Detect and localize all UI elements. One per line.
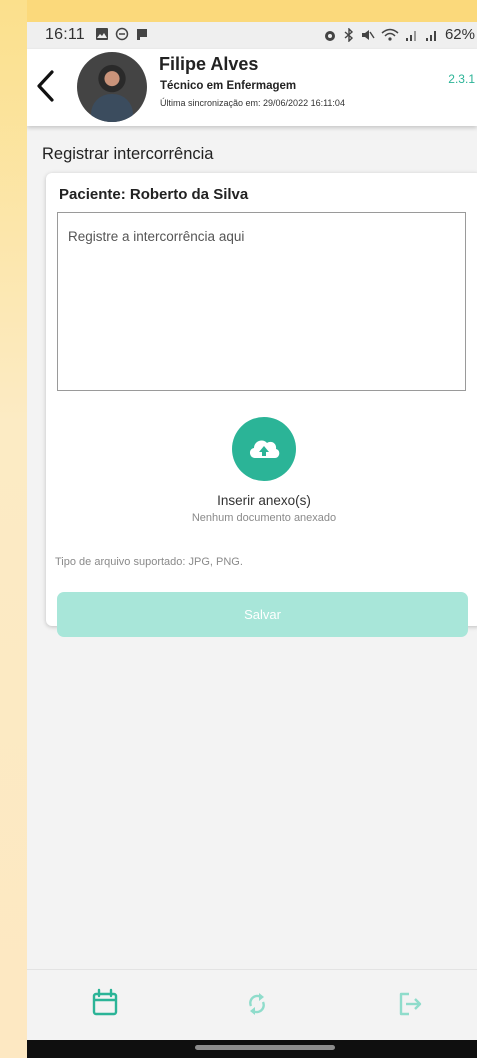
calendar-icon — [92, 988, 118, 1016]
mute-icon — [361, 29, 375, 40]
user-role: Técnico em Enfermagem — [160, 80, 297, 92]
avatar-body — [91, 94, 133, 122]
attach-label: Inserir anexo(s) — [217, 493, 311, 508]
sync-icon — [249, 993, 265, 1015]
status-bar: 16:11 62% — [27, 22, 477, 49]
chat-notification-icon — [137, 29, 147, 40]
signal-icon-2 — [425, 30, 436, 41]
status-left-icons — [95, 27, 149, 41]
dnd-icon — [115, 27, 129, 41]
gallery-notification-icon — [96, 28, 108, 40]
app-header: Filipe Alves Técnico em Enfermagem Últim… — [27, 49, 477, 126]
status-time: 16:11 — [45, 26, 85, 43]
phone-screen: 16:11 62% Filipe Alves Técnico em Enferm… — [27, 22, 477, 1058]
user-name: Filipe Alves — [159, 54, 259, 74]
desktop-background-top — [0, 0, 477, 24]
upload-attachment-button[interactable] — [232, 417, 296, 481]
home-gesture-bar[interactable] — [195, 1045, 335, 1050]
patient-label: Paciente: Roberto da Silva — [59, 186, 249, 203]
battery-percent: 62% — [444, 26, 475, 43]
nav-logout-button[interactable] — [389, 984, 429, 1024]
back-button[interactable] — [33, 66, 59, 106]
cloud-upload-icon — [249, 440, 280, 458]
app-version: 2.3.1 — [448, 72, 475, 86]
nav-calendar-button[interactable] — [85, 984, 125, 1024]
signal-icon-1 — [405, 30, 416, 41]
bluetooth-icon — [344, 27, 353, 42]
page-title: Registrar intercorrência — [42, 145, 214, 163]
system-navigation-bar — [27, 1040, 477, 1058]
incident-form-card: Paciente: Roberto da Silva Inserir anexo… — [46, 173, 477, 637]
supported-file-types: Tipo de arquivo suportado: JPG, PNG. — [55, 556, 243, 568]
last-sync-text: Última sincronização em: 29/06/2022 16:1… — [160, 98, 345, 108]
nav-sync-button[interactable] — [237, 984, 277, 1024]
incident-textarea[interactable] — [57, 212, 466, 391]
bottom-nav — [27, 969, 477, 1041]
status-right: 62% — [323, 26, 475, 43]
back-arrow-icon — [37, 70, 54, 102]
logout-icon — [399, 992, 422, 1016]
avatar — [77, 52, 147, 122]
save-button[interactable]: Salvar — [57, 592, 468, 637]
desktop-background-left — [0, 0, 27, 1058]
alarm-icon — [324, 30, 335, 41]
wifi-icon — [381, 28, 399, 41]
attach-status: Nenhum documento anexado — [191, 512, 337, 524]
